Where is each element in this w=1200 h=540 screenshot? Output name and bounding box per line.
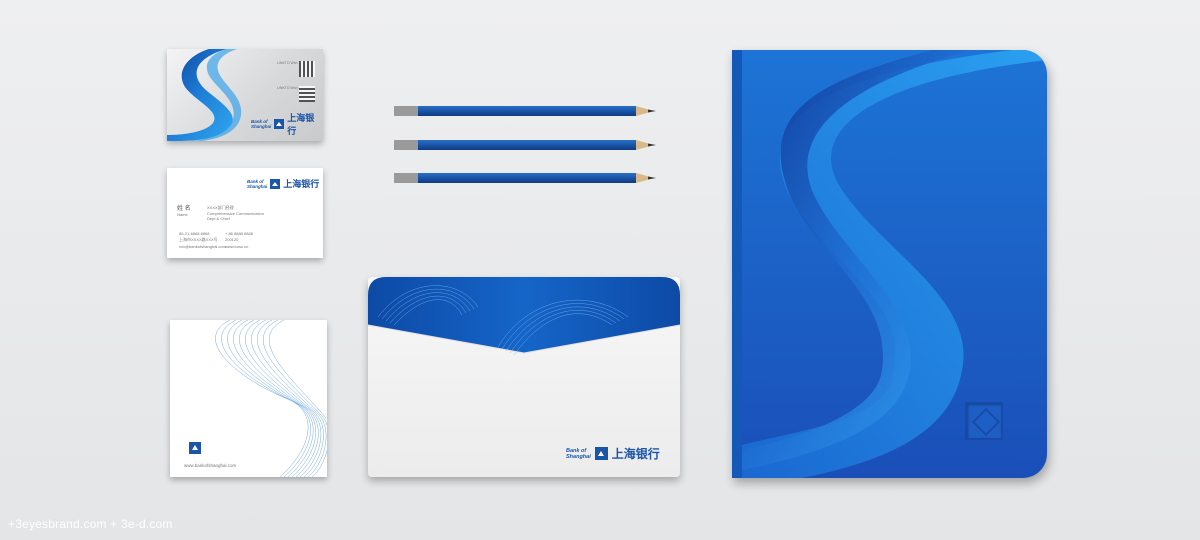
person-name-en: Name — [177, 212, 188, 217]
postcode: 200120 — [225, 237, 239, 242]
note-card: www.bankofshanghai.com — [170, 320, 327, 477]
business-card-front: Bank of Shanghai 上海银行 姓 名 Name XXXX部门经理 … — [167, 168, 323, 258]
footer-credit: +3eyesbrand.com + 3e-d.com — [8, 517, 173, 531]
bank-logo-icon — [594, 447, 608, 460]
qr-label-2: LINKTO Wsh — [277, 86, 298, 90]
brand-en-text: Bank of Shanghai — [247, 179, 267, 189]
notebook — [732, 50, 1047, 478]
pencil-3 — [394, 173, 656, 183]
address: 上海市XXXX路XXX号 — [179, 237, 218, 242]
bank-logo-icon — [189, 442, 201, 454]
person-name: 姓 名 — [177, 206, 191, 212]
brand-en-text: Bank of Shanghai — [251, 119, 271, 129]
embossed-logo-icon — [965, 402, 1003, 440]
title-line2: Dept & Chief — [207, 216, 230, 221]
envelope: Bank of Shanghai 上海银行 — [368, 277, 680, 477]
brand-en-line2: Shanghai — [251, 124, 272, 129]
pencil-2 — [394, 140, 656, 150]
brand-cn-text: 上海银行 — [287, 113, 315, 136]
pencil-1 — [394, 106, 656, 116]
email: xxx@bankofshanghai.com — [179, 244, 226, 249]
business-card-back: LINKTO Wsh LINKTO Wsh Bank of Shanghai 上… — [167, 49, 323, 141]
bank-logo-icon — [270, 178, 281, 189]
brand-lockup: Bank of Shanghai 上海银行 — [566, 445, 660, 462]
brand-en-line2: Shanghai — [247, 183, 268, 189]
brand-lockup: Bank of Shanghai 上海银行 — [247, 177, 319, 190]
mobile: + 86 8888 8888 — [225, 231, 253, 236]
brand-cn-text: 上海银行 — [611, 447, 660, 461]
website: www.bosc.cn — [225, 244, 249, 249]
pencils — [394, 106, 656, 183]
brand-cn-text: 上海银行 — [283, 179, 320, 189]
brand-lockup: Bank of Shanghai 上海银行 — [251, 111, 323, 137]
note-card-url: www.bankofshanghai.com — [184, 463, 237, 468]
qr-code-1 — [299, 61, 315, 77]
brand-en-line2: Shanghai — [566, 453, 591, 460]
bank-logo-icon — [274, 119, 285, 129]
brand-en-text: Bank of Shanghai — [566, 448, 591, 460]
qr-label-1: LINKTO Wsh — [277, 61, 298, 65]
phone: 86-21-6868 6868 — [179, 231, 210, 236]
mockup-scene: LINKTO Wsh LINKTO Wsh Bank of Shanghai 上… — [0, 0, 1200, 540]
qr-code-2 — [299, 86, 315, 102]
